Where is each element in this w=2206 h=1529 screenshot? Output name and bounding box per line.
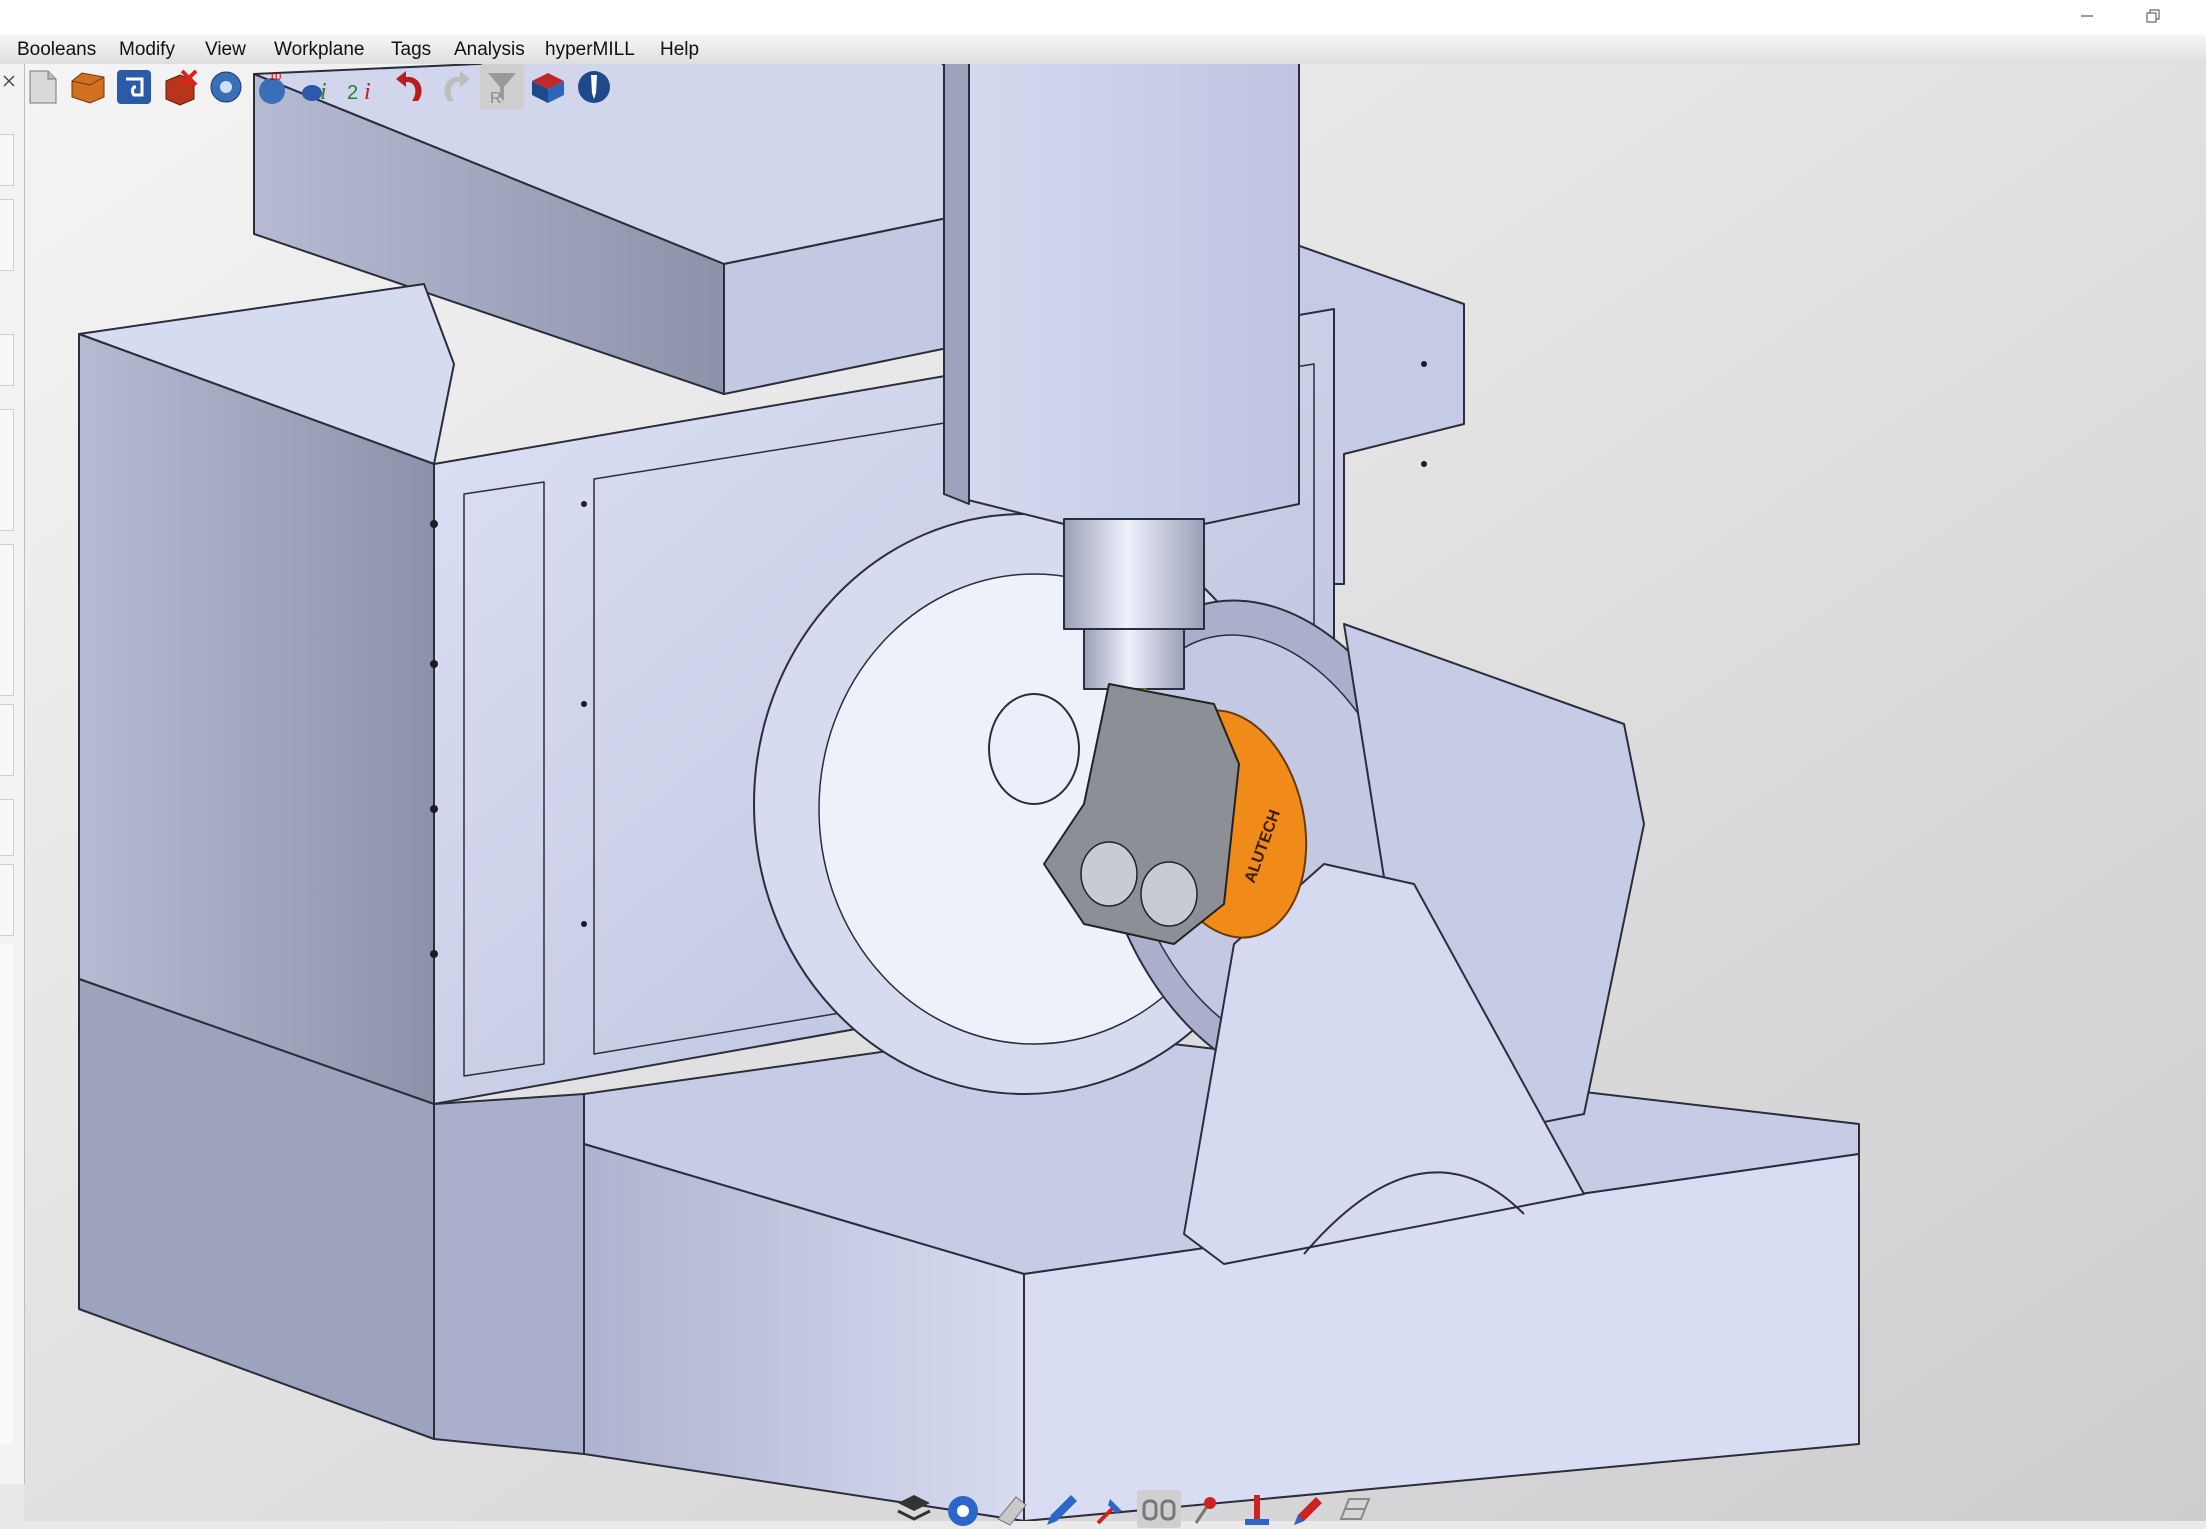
workpiece-bore-2 bbox=[1140, 861, 1198, 927]
menu-hypermill[interactable]: hyperMILL bbox=[545, 39, 635, 61]
spindle-nose bbox=[1083, 628, 1185, 690]
node-icon[interactable] bbox=[1186, 1490, 1230, 1528]
svg-text:10: 10 bbox=[269, 71, 281, 83]
calculate-10-icon[interactable]: 10 bbox=[250, 64, 294, 110]
probe-icon[interactable] bbox=[572, 64, 616, 110]
view-toolbar bbox=[892, 1490, 1377, 1528]
svg-text:i: i bbox=[320, 79, 327, 105]
settings-gear-icon[interactable] bbox=[204, 64, 248, 110]
redo-icon[interactable] bbox=[434, 64, 478, 110]
menu-workplane[interactable]: Workplane bbox=[274, 39, 364, 61]
open-part-icon[interactable] bbox=[66, 64, 110, 110]
delete-icon[interactable] bbox=[158, 64, 202, 110]
menu-booleans[interactable]: Booleans bbox=[17, 39, 96, 61]
panel-body bbox=[0, 944, 13, 1444]
menu-view[interactable]: View bbox=[205, 39, 246, 61]
glasses-icon[interactable] bbox=[1137, 1490, 1181, 1528]
layer-stack-icon[interactable] bbox=[892, 1490, 936, 1528]
menu-modify[interactable]: Modify bbox=[119, 39, 175, 61]
panel-tab[interactable] bbox=[0, 199, 14, 271]
svg-text:i: i bbox=[364, 79, 371, 105]
new-file-icon[interactable] bbox=[20, 64, 64, 110]
info-2i-icon[interactable]: 2i bbox=[342, 64, 386, 110]
lower-left-base-front bbox=[433, 1093, 585, 1455]
cad-viewport[interactable]: ALUTECH bbox=[24, 64, 2206, 1521]
panel-tab[interactable] bbox=[0, 704, 14, 776]
panel-tab[interactable] bbox=[0, 334, 14, 386]
info-i-icon[interactable]: i bbox=[296, 64, 340, 110]
minimize-icon[interactable] bbox=[2064, 0, 2110, 32]
panel-tab[interactable] bbox=[0, 544, 14, 696]
spindle-housing bbox=[1063, 518, 1205, 630]
menu-tags[interactable]: Tags bbox=[391, 39, 431, 61]
counter-disc bbox=[988, 693, 1080, 805]
pin-icon[interactable] bbox=[1088, 1490, 1132, 1528]
part-box-icon[interactable] bbox=[526, 64, 570, 110]
filter-r-icon[interactable]: R bbox=[480, 64, 524, 110]
svg-text:R: R bbox=[490, 90, 502, 107]
menu-help[interactable]: Help bbox=[660, 39, 699, 61]
menu-analysis[interactable]: Analysis bbox=[454, 39, 525, 61]
left-cabinet-side bbox=[78, 333, 435, 1105]
restore-icon[interactable] bbox=[2130, 0, 2176, 32]
panel-tab[interactable] bbox=[0, 409, 14, 531]
panel-tab[interactable] bbox=[0, 799, 14, 856]
eraser-icon[interactable] bbox=[990, 1490, 1034, 1528]
measure-icon[interactable] bbox=[1235, 1490, 1279, 1528]
title-bar bbox=[0, 0, 2206, 34]
pen-icon[interactable] bbox=[1284, 1490, 1328, 1528]
spindle-column bbox=[943, 64, 1300, 525]
left-side-panel bbox=[0, 64, 25, 1484]
magnet-icon[interactable] bbox=[112, 64, 156, 110]
main-toolbar: 10 i 2i R bbox=[20, 64, 616, 110]
menu-bar: Booleans Modify View Workplane Tags Anal… bbox=[0, 34, 2206, 65]
panel-tab[interactable] bbox=[0, 134, 14, 186]
wireframe-icon[interactable] bbox=[1333, 1490, 1377, 1528]
workpiece-bore-1 bbox=[1080, 841, 1138, 907]
svg-text:2: 2 bbox=[347, 82, 358, 104]
close-icon[interactable] bbox=[2, 74, 16, 88]
spindle-column-side bbox=[943, 64, 970, 505]
undo-icon[interactable] bbox=[388, 64, 432, 110]
globe-icon[interactable] bbox=[941, 1490, 985, 1528]
panel-tab[interactable] bbox=[0, 864, 14, 936]
pencil-icon[interactable] bbox=[1039, 1490, 1083, 1528]
